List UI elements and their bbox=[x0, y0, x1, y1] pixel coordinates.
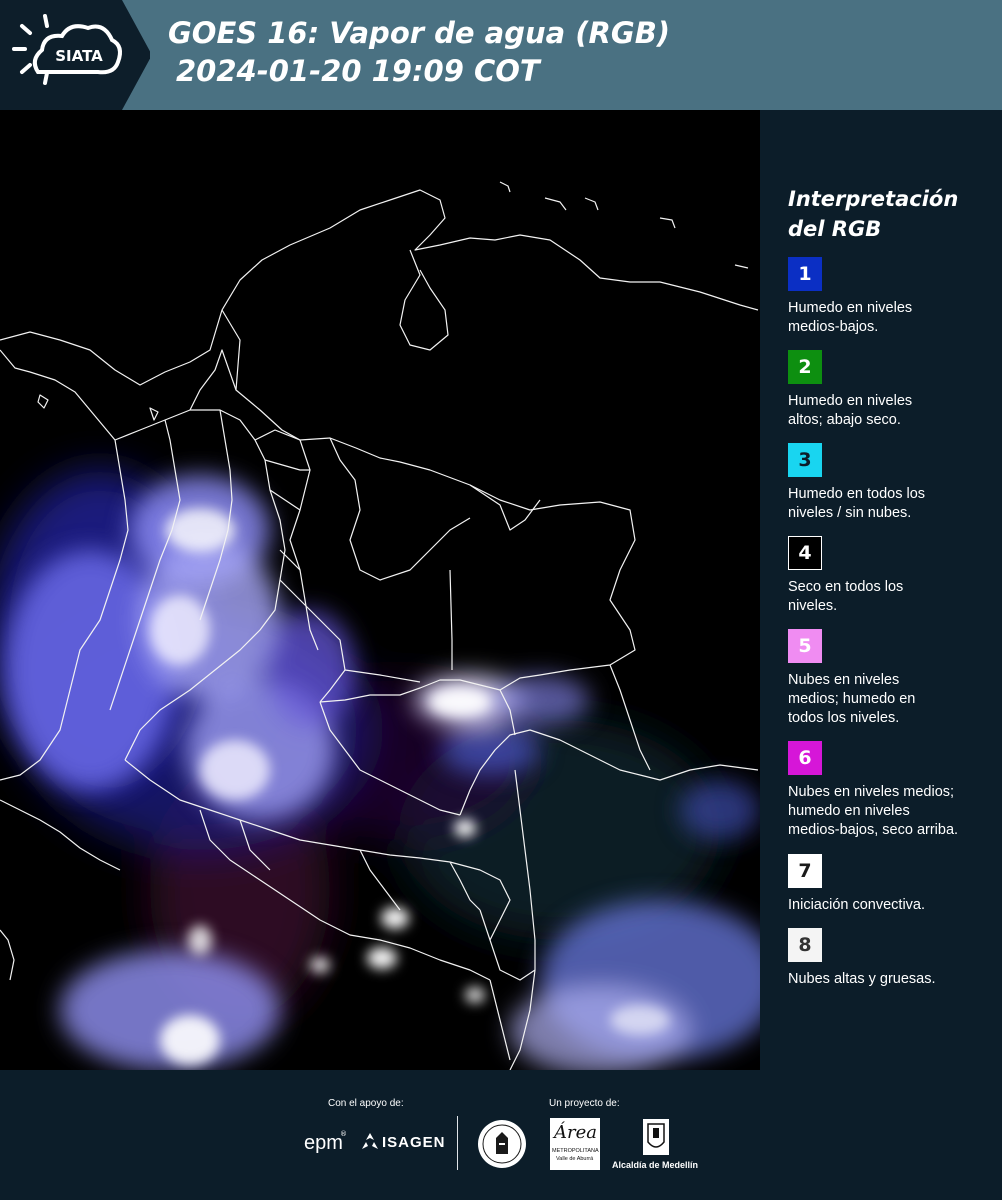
legend-text-8-line-1: Nubes altas y gruesas. bbox=[788, 971, 936, 987]
legend-text-1: Humedo en niveles medios-bajos. bbox=[788, 299, 998, 337]
area-logo-sub1: METROPOLITANA bbox=[552, 1148, 599, 1154]
legend-title: Interpretación del RGB bbox=[788, 184, 958, 244]
legend-text-4: Seco en todos los niveles. bbox=[788, 578, 998, 616]
legend-text-2-line-2: altos; abajo seco. bbox=[788, 412, 901, 428]
legend-swatch-2: 2 bbox=[788, 350, 822, 384]
legend-text-3-line-2: niveles / sin nubes. bbox=[788, 505, 912, 521]
legend-item-2: 2 Humedo en niveles altos; abajo seco. bbox=[788, 350, 998, 430]
logo-text: SIATA bbox=[55, 47, 103, 65]
antioquia-seal-icon bbox=[478, 1120, 526, 1168]
area-logo-name: Área bbox=[554, 1122, 597, 1143]
legend-item-5: 5 Nubes en niveles medios; humedo en tod… bbox=[788, 629, 998, 728]
legend-swatch-3: 3 bbox=[788, 443, 822, 477]
legend-text-3-line-1: Humedo en todos los bbox=[788, 486, 926, 502]
legend-text-2: Humedo en niveles altos; abajo seco. bbox=[788, 392, 998, 430]
alcaldia-logo: Alcaldía de Medellín bbox=[612, 1160, 699, 1170]
legend-text-5-line-3: todos los niveles. bbox=[788, 710, 900, 726]
project-label: Un proyecto de: bbox=[549, 1098, 620, 1109]
legend-title-line-1: Interpretación bbox=[788, 187, 959, 211]
epm-logo: epm bbox=[304, 1132, 343, 1154]
legend-text-3: Humedo en todos los niveles / sin nubes. bbox=[788, 485, 998, 523]
legend-text-6-line-1: Nubes en niveles medios; bbox=[788, 784, 955, 800]
title-line-1: GOES 16: Vapor de agua (RGB) bbox=[168, 16, 671, 50]
legend-text-5-line-1: Nubes en niveles bbox=[788, 672, 900, 688]
legend-text-6-line-2: humedo en niveles bbox=[788, 803, 910, 819]
legend-swatch-8: 8 bbox=[788, 928, 822, 962]
header-bar: SIATA GOES 16: Vapor de agua (RGB) 2024-… bbox=[0, 0, 1002, 110]
title-line-2: 2024-01-20 19:09 COT bbox=[176, 54, 540, 88]
legend-text-7: Iniciación convectiva. bbox=[788, 896, 998, 915]
legend-text-4-line-2: niveles. bbox=[788, 598, 838, 614]
support-label: Con el apoyo de: bbox=[328, 1098, 404, 1109]
legend-item-4: 4 Seco en todos los niveles. bbox=[788, 536, 998, 616]
rgb-legend: Interpretación del RGB 1 Humedo en nivel… bbox=[760, 110, 1002, 1070]
legend-text-6-line-3: medios-bajos, seco arriba. bbox=[788, 822, 959, 838]
area-metropolitana-logo: Área METROPOLITANA Valle de Aburrá bbox=[550, 1118, 600, 1170]
legend-text-1-line-1: Humedo en niveles bbox=[788, 300, 913, 316]
legend-text-8: Nubes altas y gruesas. bbox=[788, 970, 998, 989]
isagen-logo: ISAGEN bbox=[382, 1134, 446, 1151]
footer-divider bbox=[457, 1116, 458, 1170]
footer-sponsors: Con el apoyo de: Un proyecto de: epm ® I… bbox=[0, 1070, 1002, 1200]
area-logo-sub2: Valle de Aburrá bbox=[556, 1156, 594, 1162]
siata-logo: SIATA bbox=[0, 0, 150, 110]
legend-text-5: Nubes en niveles medios; humedo en todos… bbox=[788, 671, 998, 728]
legend-swatch-7: 7 bbox=[788, 854, 822, 888]
legend-swatch-5: 5 bbox=[788, 629, 822, 663]
legend-item-6: 6 Nubes en niveles medios; humedo en niv… bbox=[788, 741, 998, 840]
legend-text-4-line-1: Seco en todos los bbox=[788, 579, 904, 595]
legend-text-2-line-1: Humedo en niveles bbox=[788, 393, 913, 409]
page-title: GOES 16: Vapor de agua (RGB) 2024-01-20 … bbox=[168, 14, 670, 90]
registered-mark-icon: ® bbox=[340, 1130, 347, 1138]
legend-text-1-line-2: medios-bajos. bbox=[788, 319, 879, 335]
satellite-map bbox=[0, 110, 761, 1070]
legend-item-1: 1 Humedo en niveles medios-bajos. bbox=[788, 257, 998, 337]
legend-item-3: 3 Humedo en todos los niveles / sin nube… bbox=[788, 443, 998, 523]
legend-item-7: 7 Iniciación convectiva. bbox=[788, 854, 998, 915]
medellin-crest-icon bbox=[643, 1119, 669, 1155]
legend-item-8: 8 Nubes altas y gruesas. bbox=[788, 928, 998, 989]
legend-swatch-4: 4 bbox=[788, 536, 822, 570]
legend-text-5-line-2: medios; humedo en bbox=[788, 691, 916, 707]
isagen-mark-icon bbox=[362, 1133, 378, 1149]
legend-title-line-2: del RGB bbox=[788, 217, 882, 241]
legend-swatch-1: 1 bbox=[788, 257, 822, 291]
legend-text-6: Nubes en niveles medios; humedo en nivel… bbox=[788, 783, 998, 840]
legend-swatch-6: 6 bbox=[788, 741, 822, 775]
legend-text-7-line-1: Iniciación convectiva. bbox=[788, 897, 926, 913]
